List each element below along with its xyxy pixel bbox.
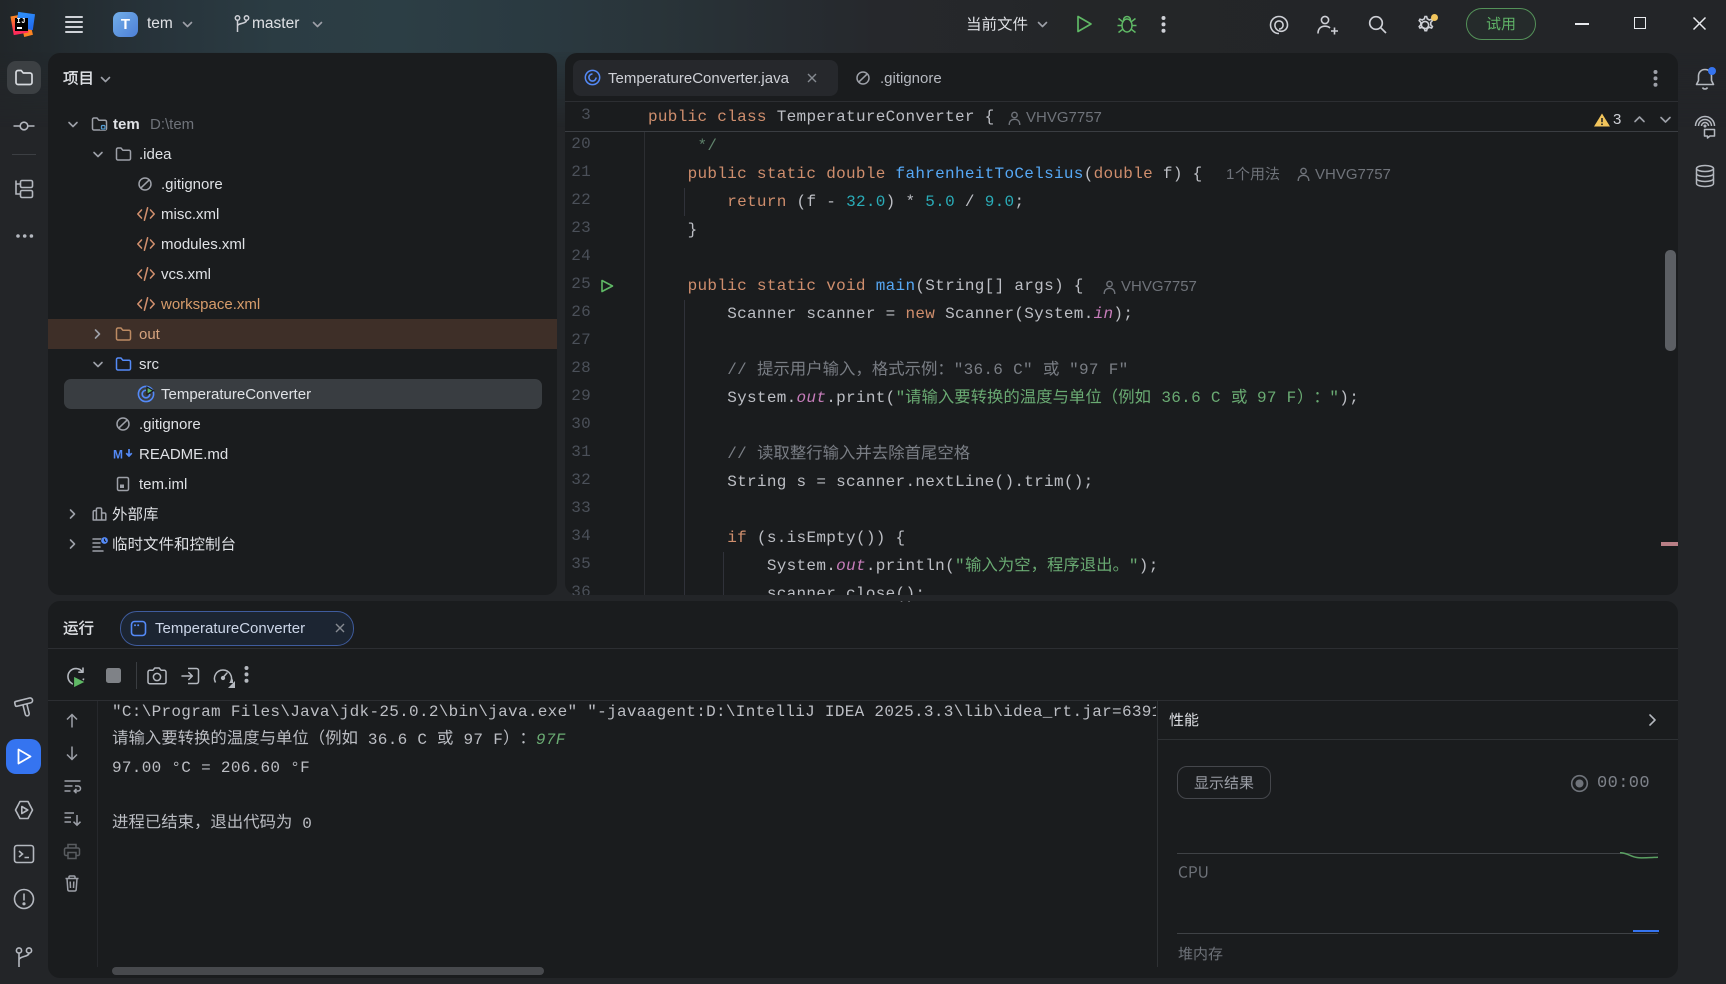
svg-text:M: M (113, 448, 123, 462)
